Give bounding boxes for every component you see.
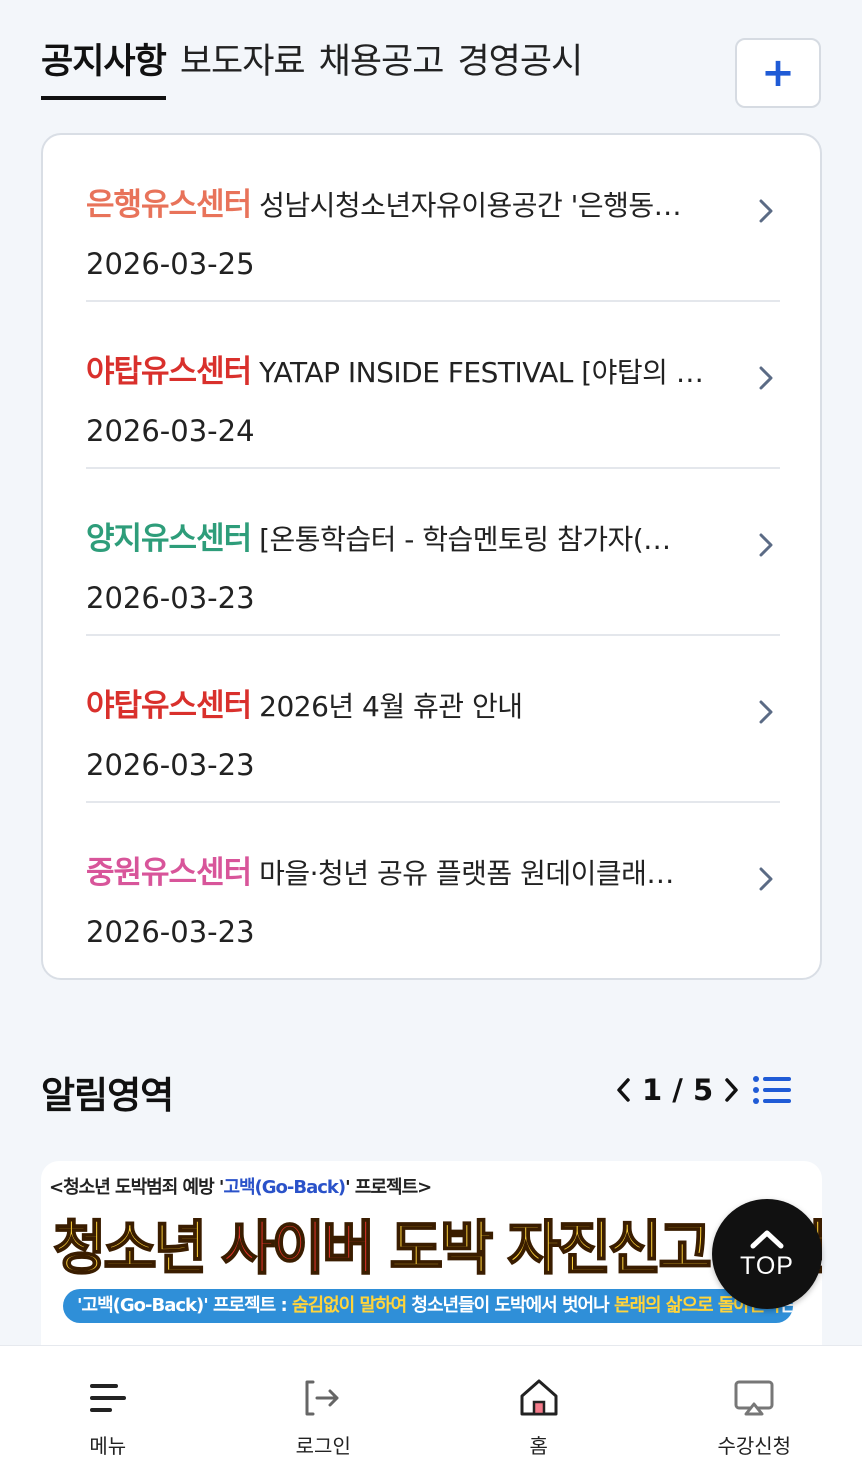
scroll-top-button[interactable]: TOP (712, 1199, 822, 1309)
center-name: 중원유스센터 (86, 855, 252, 891)
banner-pager: 1 / 5 (610, 1068, 793, 1112)
nav-label: 수강신청 (717, 1434, 792, 1458)
notice-headline: 중원유스센터 마을·청년 공유 플랫폼 원데이클래… (86, 847, 726, 892)
chevron-left-icon (617, 1078, 630, 1102)
notice-title: 마을·청년 공유 플랫폼 원데이클래… (259, 857, 674, 890)
nav-home[interactable]: 홈 (431, 1346, 647, 1469)
chevron-right-icon (759, 533, 773, 557)
prev-button[interactable] (610, 1070, 638, 1110)
notice-title: 성남시청소년자유이용공간 '은행동… (259, 189, 682, 222)
nav-course[interactable]: 수강신청 (647, 1346, 862, 1469)
notice-headline: 야탑유스센터 2026년 4월 휴관 안내 (86, 680, 726, 725)
login-icon (305, 1380, 339, 1416)
notice-date: 2026-03-23 (86, 915, 255, 949)
list-item[interactable]: 양지유스센터 [온통학습터 - 학습멘토링 참가자(… 2026-03-23 (86, 469, 780, 636)
notice-date: 2026-03-23 (86, 748, 255, 782)
tab-press[interactable]: 보도자료 (180, 36, 306, 100)
list-item[interactable]: 야탑유스센터 2026년 4월 휴관 안내 2026-03-23 (86, 636, 780, 803)
chevron-right-icon (759, 700, 773, 724)
top-label: TOP (740, 1251, 794, 1280)
notice-title: 2026년 4월 휴관 안내 (259, 690, 523, 723)
list-item[interactable]: 은행유스센터 성남시청소년자유이용공간 '은행동… 2026-03-25 (86, 135, 780, 302)
center-name: 야탑유스센터 (86, 688, 252, 724)
more-button[interactable]: + (735, 38, 821, 108)
notice-date: 2026-03-24 (86, 414, 255, 448)
next-button[interactable] (717, 1070, 745, 1110)
nav-login[interactable]: 로그인 (216, 1346, 432, 1469)
banner-subtitle: <청소년 도박범죄 예방 '고백(Go-Back)' 프로젝트> (49, 1177, 432, 1198)
chevron-right-icon (725, 1078, 738, 1102)
notice-headline: 은행유스센터 성남시청소년자유이용공간 '은행동… (86, 179, 726, 224)
home-icon (520, 1379, 558, 1416)
notice-tabs: 공지사항 보도자료 채용공고 경영공시 (41, 36, 596, 100)
notice-headline: 양지유스센터 [온통학습터 - 학습멘토링 참가자(… (86, 513, 726, 558)
chevron-up-icon (750, 1230, 784, 1248)
notice-headline: 야탑유스센터 YATAP INSIDE FESTIVAL [야탑의 … (86, 346, 726, 391)
center-name: 은행유스센터 (86, 187, 252, 223)
chevron-right-icon (759, 199, 773, 223)
notice-title: YATAP INSIDE FESTIVAL [야탑의 … (259, 356, 704, 389)
course-icon (734, 1380, 774, 1416)
notice-title: [온통학습터 - 학습멘토링 참가자(… (259, 523, 671, 556)
nav-label: 홈 (529, 1434, 548, 1458)
center-name: 야탑유스센터 (86, 354, 252, 390)
page-counter: 1 / 5 (642, 1073, 714, 1107)
nav-menu[interactable]: 메뉴 (0, 1346, 216, 1469)
bottom-nav: 메뉴 로그인 홈 수강신청 (0, 1345, 862, 1469)
section-title: 알림영역 (41, 1074, 174, 1117)
chevron-right-icon (759, 366, 773, 390)
notice-date: 2026-03-25 (86, 247, 255, 281)
menu-icon (89, 1384, 126, 1412)
center-name: 양지유스센터 (86, 521, 252, 557)
tab-recruit[interactable]: 채용공고 (319, 36, 445, 100)
list-item[interactable]: 중원유스센터 마을·청년 공유 플랫폼 원데이클래… 2026-03-23 (86, 803, 780, 970)
notice-list: 은행유스센터 성남시청소년자유이용공간 '은행동… 2026-03-25 야탑유스… (41, 133, 822, 980)
banner-headline: 청소년 사이버 도박 자진신고 기간 (52, 1213, 822, 1283)
promo-banner[interactable]: <청소년 도박범죄 예방 '고백(Go-Back)' 프로젝트> 청소년 사이버… (41, 1161, 822, 1361)
banner-caption: '고백(Go-Back)' 프로젝트 : 숨김없이 말하여 청소년들이 도박에서… (63, 1289, 793, 1323)
list-item[interactable]: 야탑유스센터 YATAP INSIDE FESTIVAL [야탑의 … 2026-… (86, 302, 780, 469)
notice-date: 2026-03-23 (86, 581, 255, 615)
nav-label: 로그인 (295, 1434, 351, 1458)
list-view-icon[interactable] (751, 1070, 793, 1110)
tab-disclosure[interactable]: 경영공시 (457, 36, 583, 100)
nav-label: 메뉴 (89, 1434, 127, 1458)
chevron-right-icon (759, 867, 773, 891)
tab-notices[interactable]: 공지사항 (41, 36, 167, 100)
